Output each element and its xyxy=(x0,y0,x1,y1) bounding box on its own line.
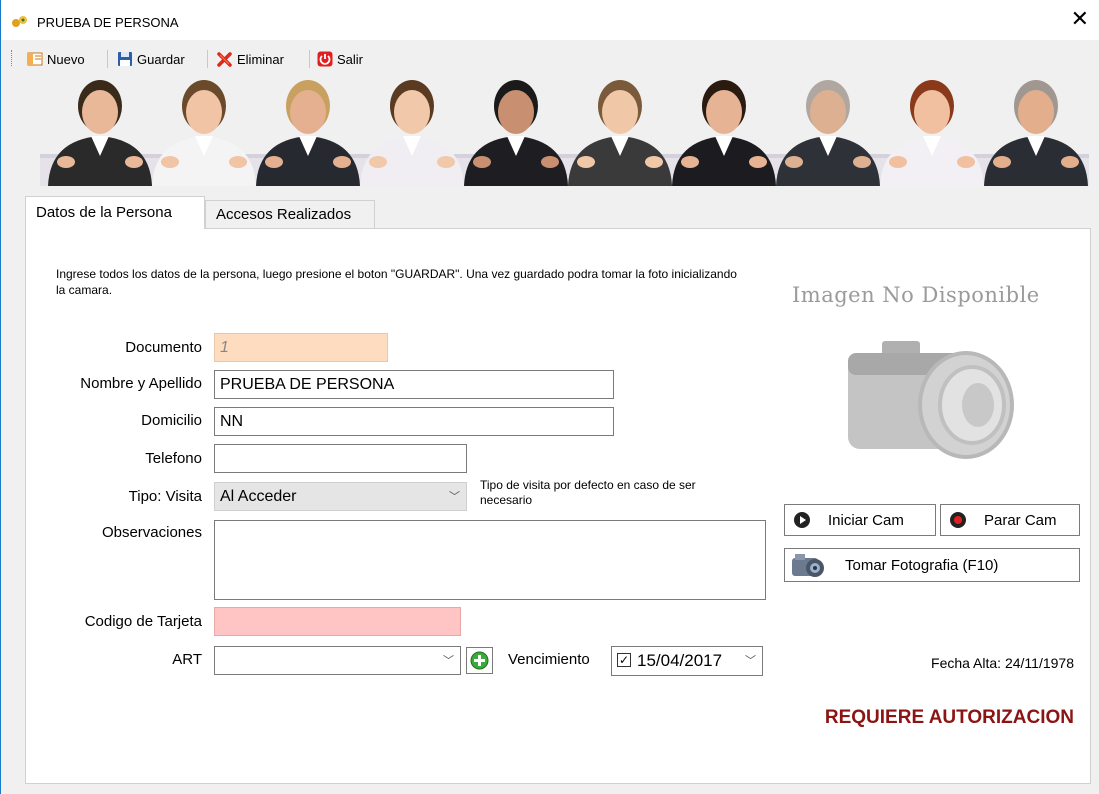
banner-person xyxy=(984,80,1088,186)
tab-datos-persona[interactable]: Datos de la Persona xyxy=(25,196,205,229)
banner-person xyxy=(360,80,464,186)
domicilio-field[interactable]: NN xyxy=(214,407,614,436)
eliminar-button[interactable]: Eliminar xyxy=(217,50,284,68)
tarjeta-field[interactable] xyxy=(214,607,461,636)
save-icon xyxy=(118,52,132,66)
instructions-text: Ingrese todos los datos de la persona, l… xyxy=(56,267,737,297)
salir-button[interactable]: Salir xyxy=(317,50,363,68)
nombre-label: Nombre y Apellido xyxy=(80,375,202,392)
new-document-icon xyxy=(27,52,43,66)
add-art-button[interactable] xyxy=(466,647,493,674)
close-icon[interactable]: ✕ xyxy=(1071,8,1089,32)
documento-field[interactable]: 1 xyxy=(214,333,388,362)
camera-placeholder-icon xyxy=(848,341,1014,459)
tipo-visita-value: Al Acceder xyxy=(220,488,297,505)
banner-person xyxy=(48,80,152,186)
vencimiento-label: Vencimiento xyxy=(508,651,590,668)
eliminar-label: Eliminar xyxy=(237,51,284,67)
iniciar-cam-button[interactable]: Iniciar Cam xyxy=(784,504,936,536)
app-window: PRUEBA DE PERSONA ✕ Nuevo Guardar Elimin… xyxy=(0,0,1099,794)
title-bar: PRUEBA DE PERSONA ✕ xyxy=(1,0,1099,40)
power-icon xyxy=(317,51,333,67)
art-select[interactable]: ﹀ xyxy=(214,646,461,675)
tab-accesos-realizados[interactable]: Accesos Realizados xyxy=(205,200,375,228)
plus-circle-icon xyxy=(470,651,489,670)
tomar-fotografia-label: Tomar Fotografia (F10) xyxy=(845,556,999,574)
art-label: ART xyxy=(172,651,202,668)
banner-person xyxy=(152,80,256,186)
banner-person xyxy=(776,80,880,186)
tomar-fotografia-button[interactable]: Tomar Fotografia (F10) xyxy=(784,548,1080,582)
observaciones-label: Observaciones xyxy=(101,524,202,541)
play-icon xyxy=(794,512,810,528)
parar-cam-label: Parar Cam xyxy=(984,511,1057,529)
parar-cam-button[interactable]: Parar Cam xyxy=(940,504,1080,536)
tab-panel-datos: Ingrese todos los datos de la persona, l… xyxy=(25,228,1091,784)
status-authorization: REQUIERE AUTORIZACION xyxy=(824,707,1074,728)
domicilio-label: Domicilio xyxy=(141,412,202,429)
fecha-alta-text: Fecha Alta: 24/11/1978 xyxy=(931,655,1074,671)
vencimiento-value: 15/04/2017 xyxy=(637,651,723,670)
toolbar: Nuevo Guardar Eliminar Salir xyxy=(1,40,1099,76)
banner-person xyxy=(880,80,984,186)
tipo-visita-label: Tipo: Visita xyxy=(128,488,202,505)
tipo-visita-select[interactable]: Al Acceder ﹀ xyxy=(214,482,467,511)
camera-icon xyxy=(792,554,824,577)
guardar-label: Guardar xyxy=(137,51,185,67)
tarjeta-label: Codigo de Tarjeta xyxy=(84,613,202,630)
toolbar-grip xyxy=(11,50,15,66)
nuevo-label: Nuevo xyxy=(47,51,85,67)
tipo-visita-note: Tipo de visita por defecto en caso de se… xyxy=(480,478,696,507)
iniciar-cam-label: Iniciar Cam xyxy=(828,511,904,529)
image-placeholder-text: Imagen No Disponible xyxy=(792,283,1040,307)
record-icon xyxy=(950,512,966,528)
vencimiento-checkbox[interactable]: ✓ xyxy=(617,653,631,667)
delete-icon xyxy=(217,52,232,67)
toolbar-separator xyxy=(107,50,108,68)
chevron-down-icon: ﹀ xyxy=(443,654,454,667)
guardar-button[interactable]: Guardar xyxy=(117,50,185,68)
people-banner-image xyxy=(40,80,1089,186)
chevron-down-icon: ﹀ xyxy=(745,654,756,667)
toolbar-separator xyxy=(309,50,310,68)
banner-person xyxy=(256,80,360,186)
salir-label: Salir xyxy=(337,51,364,67)
banner-person xyxy=(464,80,568,186)
window-title: PRUEBA DE PERSONA xyxy=(37,15,179,30)
chevron-down-icon: ﹀ xyxy=(449,490,460,503)
observaciones-textarea[interactable] xyxy=(214,520,766,600)
banner-person xyxy=(568,80,672,186)
telefono-field[interactable] xyxy=(214,444,467,473)
vencimiento-datepicker[interactable]: ✓ 15/04/2017 ﹀ xyxy=(611,646,763,676)
toolbar-separator xyxy=(207,50,208,68)
app-icon xyxy=(12,16,27,27)
nuevo-button[interactable]: Nuevo xyxy=(27,50,85,68)
banner-person xyxy=(672,80,776,186)
telefono-label: Telefono xyxy=(145,450,202,467)
documento-label: Documento xyxy=(125,339,202,356)
nombre-field[interactable]: PRUEBA DE PERSONA xyxy=(214,370,614,399)
